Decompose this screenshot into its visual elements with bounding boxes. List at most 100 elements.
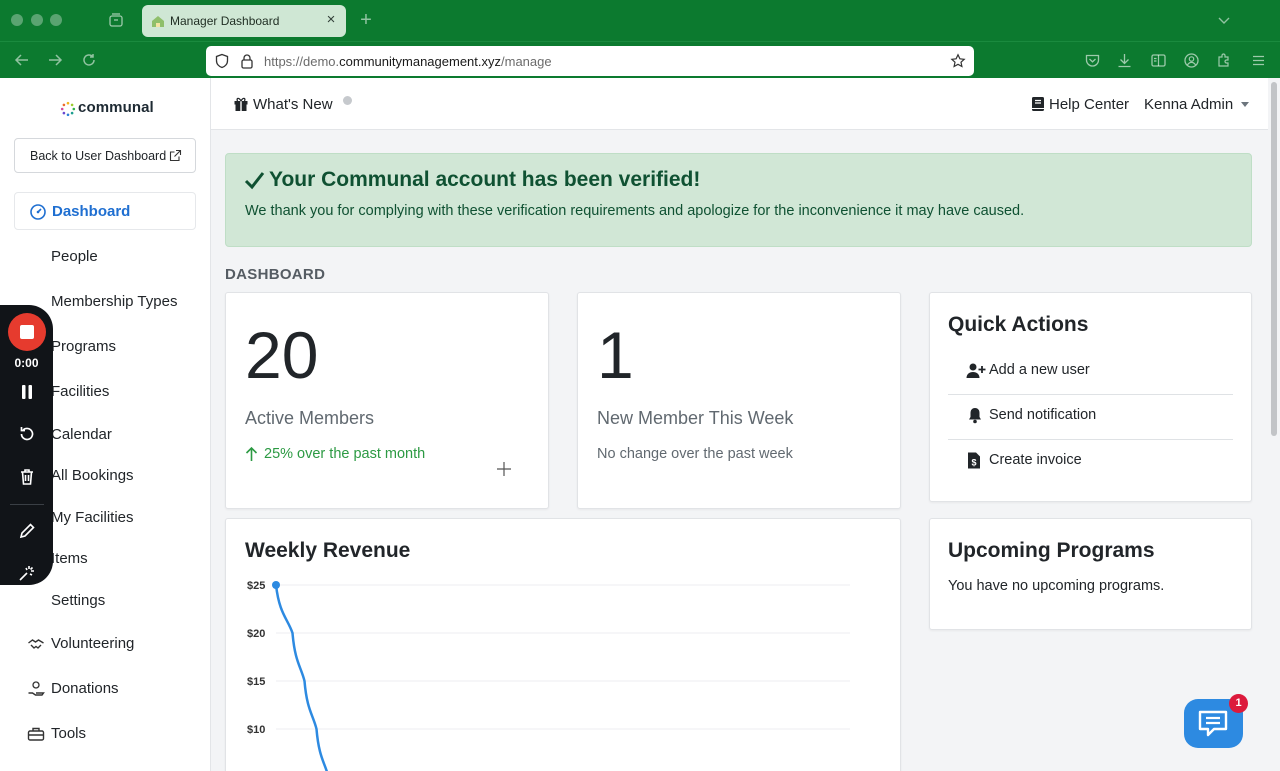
chart-y-tick-label: $10 [247,724,265,736]
restart-icon[interactable] [17,424,37,444]
handshake-icon [28,639,44,649]
sidebar-item-donations[interactable]: Donations [14,670,196,708]
quick-actions-card: Quick Actions Add a new user Send notifi… [929,292,1252,502]
pause-icon[interactable] [17,382,37,402]
external-link-icon [169,149,182,162]
send-notification-label: Send notification [989,407,1097,423]
chevron-down-icon[interactable] [1241,102,1249,107]
chart-y-tick-label: $20 [247,628,265,640]
gauge-icon [30,204,46,220]
sidebar-item-label: Tools [51,725,87,742]
browser-toolbar: https://demo.communitymanagement.xyz/man… [0,41,1280,78]
tab-close-icon[interactable]: × [323,10,339,30]
sidebar-item-label: Programs [51,338,117,355]
back-to-user-dashboard-button[interactable]: Back to User Dashboard [14,138,196,173]
trash-icon[interactable] [17,467,37,487]
lock-icon[interactable] [239,53,255,69]
tab-list-chevron-icon[interactable] [1216,12,1232,28]
new-members-change: No change over the past week [597,446,793,462]
recorder-divider [10,504,44,505]
sidebar-item-label: People [51,248,98,265]
sidebar-item-label: Items [51,550,88,567]
tab-title: Manager Dashboard [170,14,280,28]
sidebar-item-label: Volunteering [51,635,135,652]
tab-favicon-icon [152,16,164,27]
sidebar-item-label: Settings [51,592,106,609]
window-close-button[interactable] [11,14,23,26]
add-new-user-label: Add a new user [989,362,1090,378]
extensions-icon[interactable] [1216,52,1233,69]
chart-y-tick-label: $25 [247,580,265,592]
alert-title: Your Communal account has been verified! [269,168,701,191]
alert-text: We thank you for complying with these ve… [245,203,1025,219]
back-button-label: Back to User Dashboard [30,149,167,163]
pocket-icon[interactable] [1084,52,1101,69]
reader-view-icon[interactable] [1150,52,1167,69]
verification-alert: Your Communal account has been verified!… [225,153,1252,247]
revenue-data-point[interactable] [272,581,280,589]
shield-icon[interactable] [214,53,230,69]
download-icon[interactable] [1116,52,1133,69]
add-new-user-action[interactable]: Add a new user [948,350,1233,395]
revenue-series-line [274,584,329,771]
help-center-label: Help Center [1049,96,1130,113]
forward-arrow-icon[interactable] [46,51,64,69]
sidebar-item-label: All Bookings [51,467,134,484]
stop-icon [20,325,34,339]
active-members-change: 25% over the past month [264,446,426,462]
whats-new-label: What's New [253,96,333,113]
bell-icon [969,408,981,424]
revenue-line-chart: $25 $20 $15 $10 [247,580,850,771]
window-maximize-button[interactable] [50,14,62,26]
create-invoice-action[interactable]: $ Create invoice [948,440,1233,485]
user-menu-button[interactable]: Kenna Admin [1144,96,1233,113]
sidebar-item-dashboard[interactable]: Dashboard [14,192,196,230]
logo-ring-icon [60,101,76,117]
sidebar-item-label: Calendar [51,426,112,443]
upcoming-programs-card: Upcoming Programs You have no upcoming p… [929,518,1252,630]
chart-y-tick-label: $15 [247,676,265,688]
sidebar-item-tools[interactable]: Tools [14,715,196,753]
active-members-label: Active Members [245,408,375,428]
weekly-revenue-card: Weekly Revenue $25 $20 $15 $10 [225,518,901,771]
arrow-up-icon [245,446,258,461]
upcoming-programs-title: Upcoming Programs [948,539,1155,562]
sidebar-item-people[interactable]: People [14,238,196,276]
new-members-label: New Member This Week [597,408,794,428]
quick-actions-title: Quick Actions [948,313,1089,336]
window-minimize-button[interactable] [31,14,43,26]
send-notification-action[interactable]: Send notification [948,395,1233,440]
page-scrollbar[interactable] [1268,78,1280,771]
svg-text:$: $ [971,458,976,468]
reload-icon[interactable] [80,51,98,69]
app-viewport: communal Back to User Dashboard Dashboar… [0,78,1280,771]
new-tab-icon[interactable]: + [357,10,375,30]
user-plus-icon [966,363,986,378]
toolbox-icon [27,727,45,741]
stop-recording-button[interactable] [8,313,46,351]
chat-bubble-icon [1198,710,1228,737]
bookmark-star-icon[interactable] [950,53,966,69]
pencil-icon[interactable] [17,521,37,541]
app-header: What's New Help Center Kenna Admin [211,78,1268,130]
account-icon[interactable] [1183,52,1200,69]
back-arrow-icon[interactable] [13,51,31,69]
sidebar-item-label: My Facilities [51,509,134,526]
upcoming-programs-empty-text: You have no upcoming programs. [948,578,1165,594]
invoice-icon: $ [968,452,980,469]
chat-unread-badge: 1 [1229,694,1248,713]
sidebar-item-label: Facilities [51,383,110,400]
sidebar-item-label: Dashboard [52,203,131,220]
gift-icon [234,97,248,111]
dashboard-heading: DASHBOARD [225,266,326,283]
notification-dot [343,96,352,105]
url-text[interactable]: https://demo.communitymanagement.xyz/man… [264,54,552,69]
screen-recorder-panel: 0:00 [0,305,53,585]
address-bar[interactable]: https://demo.communitymanagement.xyz/man… [206,46,974,76]
menu-hamburger-icon[interactable] [1250,52,1267,69]
sidebar-item-settings[interactable]: Settings [14,582,196,620]
sidebar-item-volunteering[interactable]: Volunteering [14,625,196,663]
effects-sparkle-icon[interactable] [17,563,37,583]
scrollbar-thumb[interactable] [1271,82,1277,436]
tab-overview-icon[interactable] [108,12,124,28]
